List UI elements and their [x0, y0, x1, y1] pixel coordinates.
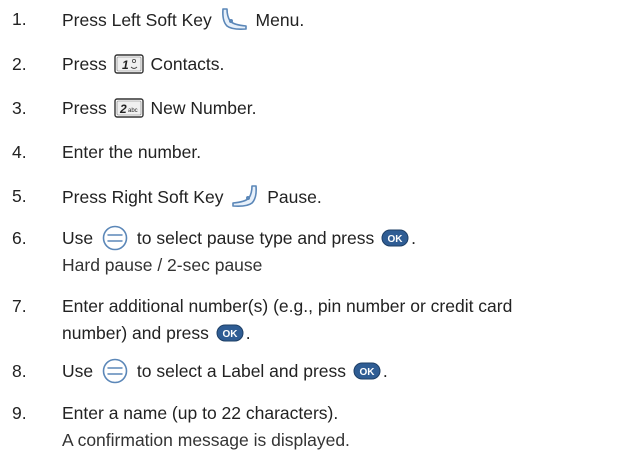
key-sublabel: abc [128, 108, 138, 114]
nav-key-icon [102, 225, 128, 251]
step-text: . [245, 323, 251, 343]
step-text: Use [62, 228, 94, 248]
step-number: 8. [12, 361, 27, 381]
step-text: Press [62, 98, 107, 118]
step-text: Enter additional number(s) (e.g., pin nu… [62, 296, 513, 316]
step-text: to select a Label and press [136, 361, 347, 381]
key-2abc-icon: 2 abc [113, 98, 144, 118]
step-number: 4. [12, 142, 27, 162]
step-text: Pause. [267, 187, 322, 207]
nav-key-icon [102, 358, 128, 384]
ok-label: OK [388, 234, 404, 245]
step-text: Use [62, 361, 94, 381]
ok-label: OK [359, 367, 375, 378]
key-label: 1 [122, 58, 129, 72]
step-text: Enter the number. [62, 142, 202, 162]
step-text: Contacts. [150, 54, 225, 74]
step-text: Menu. [255, 10, 305, 30]
step-text: . [382, 361, 388, 381]
step-text: Enter a name (up to 22 characters). [62, 403, 339, 423]
step-number: 1. [12, 9, 27, 29]
step-text: Press Right Soft Key [62, 187, 224, 207]
step-number: 3. [12, 98, 27, 118]
step-text: to select pause type and press [136, 228, 375, 248]
ok-key-icon: OK [216, 324, 244, 342]
step-text: New Number. [150, 98, 257, 118]
step-number: 2. [12, 54, 27, 74]
ok-label: OK [222, 329, 238, 340]
step-text: Press [62, 54, 107, 74]
step-text: number) and press [62, 323, 209, 343]
ok-key-icon: OK [381, 229, 409, 247]
step-number: 5. [12, 186, 27, 206]
step-number: 6. [12, 228, 27, 248]
step-subtext: Hard pause / 2-sec pause [62, 255, 263, 275]
key-1-icon: 1 [113, 54, 144, 74]
step-text: Press Left Soft Key [62, 10, 212, 30]
ok-key-icon: OK [353, 362, 381, 380]
left-soft-key-icon [221, 8, 247, 30]
step-text: . [411, 228, 416, 248]
step-number: 7. [12, 296, 27, 316]
instruction-list: 1. Press Left Soft Key Menu. 2. Press 1 … [0, 0, 626, 450]
step-number: 9. [12, 403, 27, 423]
key-label: 2 [119, 102, 127, 116]
right-soft-key-icon [232, 185, 258, 207]
